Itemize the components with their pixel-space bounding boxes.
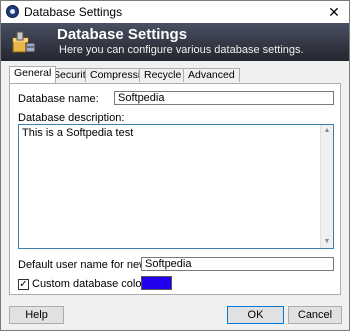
- custom-color-checkbox[interactable]: ✓: [18, 279, 29, 290]
- banner-subtitle: Here you can configure various database …: [59, 44, 304, 56]
- tab-general[interactable]: General: [9, 66, 57, 83]
- custom-color-label: Custom database color:: [32, 278, 149, 290]
- database-description-text: This is a Softpedia test: [22, 127, 134, 139]
- header-banner: Database Settings Here you can configure…: [1, 23, 349, 61]
- description-scrollbar[interactable]: ▲ ▼: [320, 125, 333, 248]
- window-title: Database Settings: [24, 5, 123, 19]
- database-name-label: Database name:: [18, 93, 99, 105]
- cancel-button[interactable]: Cancel: [288, 306, 342, 324]
- custom-color-swatch[interactable]: [141, 276, 172, 290]
- database-settings-icon: [12, 31, 36, 53]
- tab-advanced[interactable]: Advanced: [183, 68, 240, 82]
- app-lock-icon: [6, 5, 19, 18]
- general-tab-panel: Database name: Softpedia Database descri…: [9, 83, 341, 295]
- scroll-up-icon[interactable]: ▲: [321, 125, 333, 137]
- help-button[interactable]: Help: [9, 306, 64, 324]
- ok-button[interactable]: OK: [227, 306, 284, 324]
- default-user-field[interactable]: Softpedia: [141, 257, 334, 271]
- database-description-field[interactable]: This is a Softpedia test ▲ ▼: [18, 124, 334, 249]
- close-icon[interactable]: ✕: [323, 2, 345, 22]
- scroll-down-icon[interactable]: ▼: [321, 236, 333, 248]
- database-description-label: Database description:: [18, 112, 125, 124]
- database-name-field[interactable]: Softpedia: [114, 91, 334, 105]
- title-bar: Database Settings ✕: [1, 1, 349, 23]
- database-settings-window: Database Settings ✕ Database Settings He…: [0, 0, 350, 331]
- banner-title: Database Settings: [57, 26, 188, 43]
